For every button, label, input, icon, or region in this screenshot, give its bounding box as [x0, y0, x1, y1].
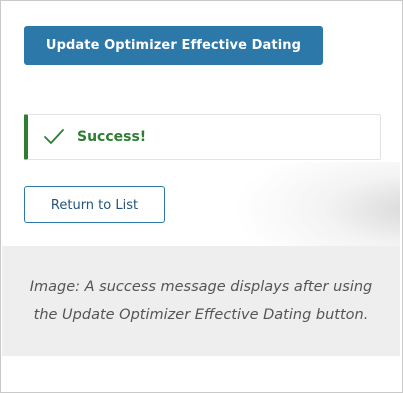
- return-to-list-button[interactable]: Return to List: [24, 186, 165, 223]
- success-message-box: Success!: [24, 114, 381, 160]
- caption-text: Image: A success message displays after …: [29, 279, 373, 323]
- background-shadow: [232, 162, 400, 246]
- image-caption: Image: A success message displays after …: [2, 246, 400, 356]
- check-icon: [43, 128, 65, 146]
- update-optimizer-effective-dating-button[interactable]: Update Optimizer Effective Dating: [24, 26, 323, 65]
- image-frame: Update Optimizer Effective Dating Succes…: [0, 0, 403, 393]
- screenshot-area: Update Optimizer Effective Dating Succes…: [2, 2, 400, 246]
- success-message: Success!: [77, 129, 147, 145]
